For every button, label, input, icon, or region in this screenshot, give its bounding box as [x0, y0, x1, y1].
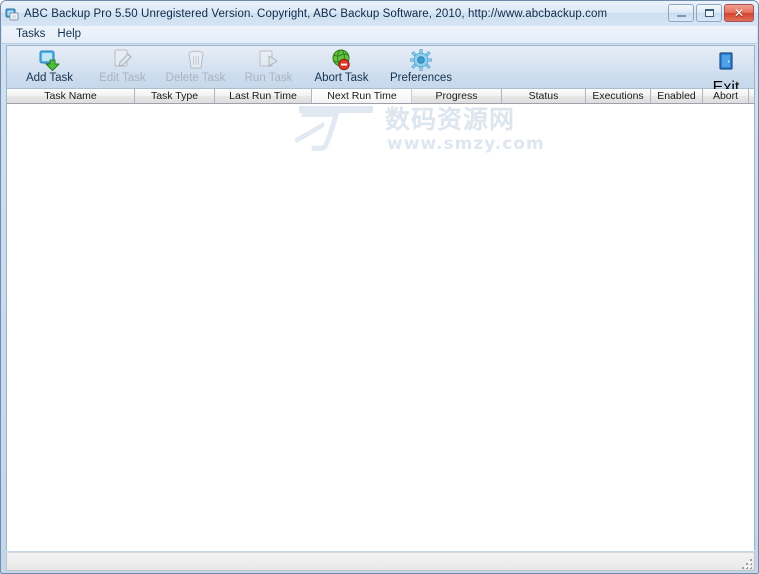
column-header-next-run-time[interactable]: Next Run Time: [312, 89, 412, 103]
watermark-bar: [299, 106, 373, 113]
column-header-abort[interactable]: Abort: [703, 89, 749, 103]
menu-item-help[interactable]: Help: [52, 27, 88, 42]
exit-button[interactable]: Exit: [704, 48, 748, 96]
task-list-header: Task Name Task Type Last Run Time Next R…: [7, 89, 754, 104]
exit-door-icon: [714, 50, 738, 79]
menu-bar: Tasks Help: [2, 26, 757, 44]
add-task-icon: [38, 48, 62, 72]
title-bar[interactable]: ABC Backup Pro 5.50 Unregistered Version…: [1, 1, 758, 26]
delete-task-label: Delete Task: [165, 72, 226, 84]
maximize-icon: [704, 9, 714, 17]
window-controls: ✕: [668, 4, 754, 22]
column-header-progress[interactable]: Progress: [412, 89, 502, 103]
delete-task-button[interactable]: Delete Task: [159, 46, 232, 88]
edit-task-button[interactable]: Edit Task: [86, 46, 159, 88]
add-task-button[interactable]: Add Task: [13, 46, 86, 88]
toolbar: Add Task Edit Task Delete Task Run Task …: [7, 46, 754, 96]
watermark-url-text: www.smzy.com: [387, 134, 545, 154]
window-title: ABC Backup Pro 5.50 Unregistered Version…: [24, 7, 608, 20]
delete-task-icon: [184, 48, 208, 72]
column-header-status[interactable]: Status: [502, 89, 586, 103]
task-list-body[interactable]: 刁 数码资源网 www.smzy.com: [7, 104, 754, 551]
preferences-label: Preferences: [389, 72, 452, 84]
column-header-last-run-time[interactable]: Last Run Time: [215, 89, 312, 103]
abort-task-icon: [330, 48, 354, 72]
abort-task-button[interactable]: Abort Task: [305, 46, 378, 88]
column-header-enabled[interactable]: Enabled: [651, 89, 703, 103]
minimize-icon: [676, 14, 686, 17]
run-task-label: Run Task: [244, 72, 293, 84]
edit-task-label: Edit Task: [99, 72, 146, 84]
client-area: Add Task Edit Task Delete Task Run Task …: [6, 45, 755, 551]
run-task-icon: [257, 48, 281, 72]
maximize-button[interactable]: [696, 4, 722, 22]
site-watermark: 刁 数码资源网 www.smzy.com: [289, 104, 544, 158]
close-icon: ✕: [733, 6, 745, 20]
column-header-executions[interactable]: Executions: [586, 89, 651, 103]
add-task-label: Add Task: [25, 72, 74, 84]
minimize-button[interactable]: [668, 4, 694, 22]
app-backup-icon: [5, 6, 21, 22]
abort-task-label: Abort Task: [314, 72, 369, 84]
column-header-filler: [749, 89, 754, 103]
edit-task-icon: [111, 48, 135, 72]
watermark-chinese-text: 数码资源网: [385, 105, 516, 134]
preferences-button[interactable]: Preferences: [378, 46, 464, 88]
run-task-button[interactable]: Run Task: [232, 46, 305, 88]
menu-item-tasks[interactable]: Tasks: [11, 27, 52, 42]
application-window: ABC Backup Pro 5.50 Unregistered Version…: [0, 0, 759, 574]
watermark-logo: 刁: [289, 104, 335, 158]
resize-grip[interactable]: [739, 556, 752, 569]
column-header-task-name[interactable]: Task Name: [7, 89, 135, 103]
close-button[interactable]: ✕: [724, 4, 754, 22]
preferences-icon: [409, 48, 433, 72]
status-bar: [6, 552, 755, 571]
column-header-task-type[interactable]: Task Type: [135, 89, 215, 103]
